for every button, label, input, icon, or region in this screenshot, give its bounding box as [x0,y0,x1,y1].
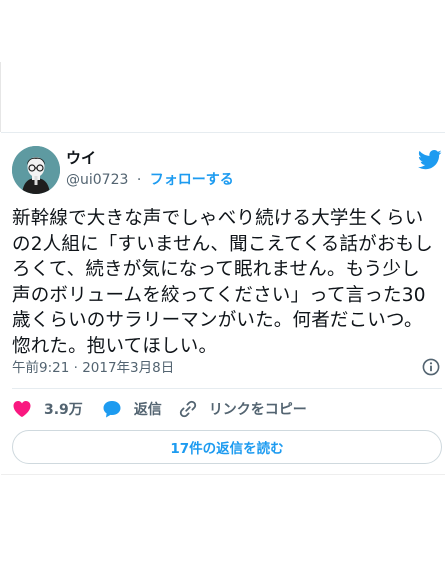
speech-bubble-icon [103,401,121,418]
reply-label: 返信 [133,402,162,418]
copy-link-label: リンクをコピー [208,402,307,418]
tweet-text: 新幹線で大きな声でしゃべり続ける大学生くらいの2人組に「すいません、聞こえてくる… [12,208,433,357]
reply-button[interactable]: 返信 [102,399,162,419]
copy-link-button[interactable]: リンクをコピー [178,399,307,419]
info-icon[interactable] [422,358,440,376]
avatar[interactable] [12,146,60,194]
like-button[interactable]: 3.9万 [12,399,83,419]
author-handle[interactable]: @ui0723 [66,172,128,188]
author-display-name[interactable]: ウイ [66,148,96,168]
follow-button[interactable]: フォローする [150,172,234,188]
top-edge-line [0,62,3,132]
author-handle-row: @ui0723 · フォローする [66,170,234,190]
tweet-card: ウイ @ui0723 · フォローする 新幹線で大きな声でしゃべり続ける大学生く… [1,132,445,475]
divider [12,388,442,389]
action-bar: 3.9万 返信 リンクをコピー [12,397,307,421]
twitter-bird-icon[interactable] [418,150,442,170]
separator-dot: · [136,172,142,188]
heart-icon [13,401,31,417]
like-count: 3.9万 [44,402,83,418]
read-replies-button[interactable]: 17件の返信を読む [12,430,442,464]
page: ウイ @ui0723 · フォローする 新幹線で大きな声でしゃべり続ける大学生く… [0,0,447,567]
tweet-timestamp[interactable]: 午前9:21 · 2017年3月8日 [12,358,174,378]
avatar-image [12,146,60,194]
link-icon [179,400,196,418]
